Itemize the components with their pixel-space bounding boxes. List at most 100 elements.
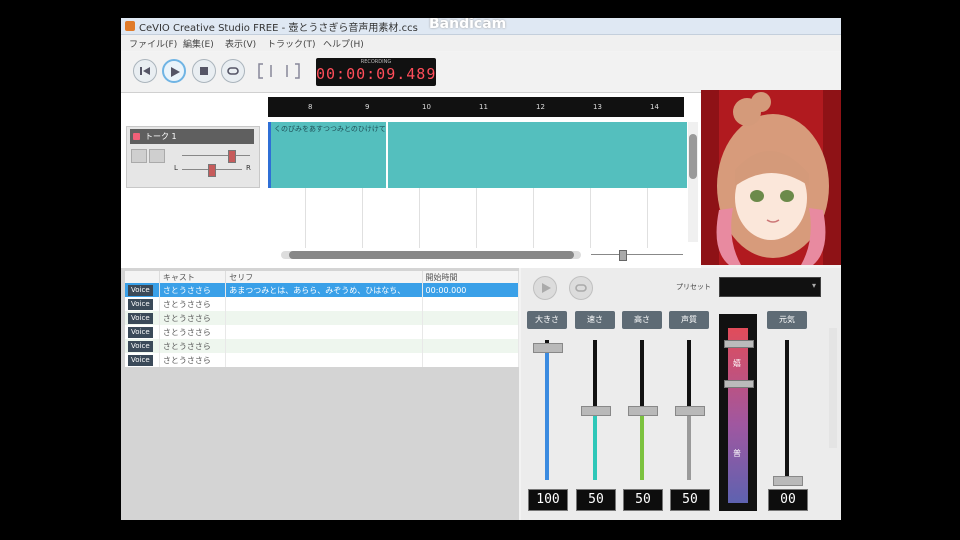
menu-edit[interactable]: 編集(E) [183,37,214,50]
loop-button[interactable] [221,59,245,83]
stop-button[interactable] [192,59,216,83]
zoom-knob[interactable] [619,250,627,261]
title-bar: CeVIO Creative Studio FREE - 壺とうさぎら音声用素材… [121,18,841,35]
scroll-thumb[interactable] [689,134,697,179]
loop-icon [227,67,239,75]
speed-value[interactable]: 50 [576,489,616,511]
start-cell[interactable] [422,339,520,353]
line-cell[interactable] [225,311,423,325]
panel-scrollbar[interactable] [829,328,837,448]
start-cell[interactable] [422,325,520,339]
emotion-balance-slider[interactable]: 嬉 普 [719,314,757,511]
track-name-label: トーク 1 [145,132,177,141]
table-row[interactable]: Voice さとうささら [125,325,520,339]
emotion-label-normal: 普 [733,449,741,458]
table-row[interactable]: Voice さとうささら [125,311,520,325]
table-row[interactable]: Voice さとうささら あまつつみとは、あらら、みぞうめ、ひはなち、 00:0… [125,283,520,297]
preset-select[interactable]: ▾ [719,277,821,297]
playhead[interactable] [386,122,388,188]
ruler-tick: 13 [593,103,602,111]
pitch-value[interactable]: 50 [623,489,663,511]
zoom-slider[interactable] [591,250,683,261]
cast-cell[interactable]: さとうささら [159,297,227,311]
column-header-start[interactable]: 開始時間 [422,271,520,283]
table-row[interactable]: Voice さとうささら [125,297,520,311]
menu-help[interactable]: ヘルプ(H) [323,37,364,50]
track-name[interactable]: トーク 1 [130,129,254,144]
timeline-panel: 8 9 10 11 12 13 14 トーク 1 L R くのぴみをあすつつみと… [121,93,701,268]
ruler-tick: 10 [422,103,431,111]
cast-cell[interactable]: さとうささら [159,283,227,297]
emotion-knob[interactable] [724,340,754,348]
cast-cell[interactable]: さとうささら [159,339,227,353]
start-cell[interactable] [422,353,520,367]
solo-button[interactable] [149,149,165,163]
line-cell[interactable] [225,353,423,367]
marker-button[interactable] [257,61,301,81]
start-cell[interactable] [422,297,520,311]
slider-thumb[interactable] [675,406,705,416]
cast-cell[interactable]: さとうささら [159,311,227,325]
transport-toolbar: RECORDING 00:00:09.489 [121,52,841,93]
grid-line [362,188,363,248]
mute-button[interactable] [131,149,147,163]
grid-line [305,188,306,248]
genki-slider[interactable] [785,340,789,480]
line-cell[interactable]: あまつつみとは、あらら、みぞうめ、ひはなち、 [225,283,423,297]
column-header-line[interactable]: セリフ [225,271,423,283]
slider-fill [687,410,691,480]
line-cell[interactable] [225,339,423,353]
cast-cell[interactable]: さとうささら [159,353,227,367]
clip-text: くのぴみをあすつつみとのひけけて [274,125,386,133]
line-cell[interactable] [225,325,423,339]
pan-right-label: R [246,164,251,172]
preview-loop-button[interactable] [569,276,593,300]
voice-badge: Voice [128,354,153,366]
play-button[interactable] [162,59,186,83]
volume-knob[interactable] [228,150,236,163]
timeline-ruler[interactable]: 8 9 10 11 12 13 14 [268,97,684,117]
timeline-horizontal-scrollbar[interactable] [281,251,581,259]
param-label-speed: 速さ [575,311,615,329]
ruler-tick: 11 [479,103,488,111]
slider-thumb[interactable] [773,476,803,486]
ruler-tick: 14 [650,103,659,111]
menu-view[interactable]: 表示(V) [225,37,256,50]
volume-slider[interactable] [182,155,250,156]
slider-thumb[interactable] [628,406,658,416]
table-row[interactable]: Voice さとうささら [125,339,520,353]
column-header-cast[interactable]: キャスト [159,271,227,283]
table-row[interactable]: Voice さとうささら [125,353,520,367]
rewind-button[interactable] [133,59,157,83]
preview-play-button[interactable] [533,276,557,300]
start-cell[interactable]: 00:00.000 [422,283,520,297]
line-cell[interactable] [225,297,423,311]
cast-cell[interactable]: さとうささら [159,325,227,339]
voice-clip[interactable]: くのぴみをあすつつみとのひけけて [268,122,687,188]
slider-thumb[interactable] [581,406,611,416]
param-label-pitch: 高さ [622,311,662,329]
timeline-vertical-scrollbar[interactable] [688,122,698,242]
emotion-knob[interactable] [724,380,754,388]
recording-watermark: Bandicam [429,18,507,32]
genki-value[interactable]: 00 [768,489,808,511]
scroll-thumb[interactable] [289,251,574,259]
slider-fill [545,347,549,480]
menu-bar: ファイル(F) 編集(E) 表示(V) トラック(T) ヘルプ(H) [121,35,841,51]
voice-badge: Voice [128,298,153,310]
slider-thumb[interactable] [533,343,563,353]
param-label-volume: 大きさ [527,311,567,329]
ruler-tick: 8 [308,103,313,111]
volume-value[interactable]: 100 [528,489,568,511]
param-label-genki: 元気 [767,311,807,329]
pan-knob[interactable] [208,164,216,177]
tone-value[interactable]: 50 [670,489,710,511]
menu-file[interactable]: ファイル(F) [129,37,177,50]
volume-slider[interactable] [545,340,549,480]
menu-track[interactable]: トラック(T) [267,37,316,50]
grid-line [476,188,477,248]
slider-fill [640,410,644,480]
character-image [701,90,841,265]
app-window: CeVIO Creative Studio FREE - 壺とうさぎら音声用素材… [121,18,841,520]
start-cell[interactable] [422,311,520,325]
